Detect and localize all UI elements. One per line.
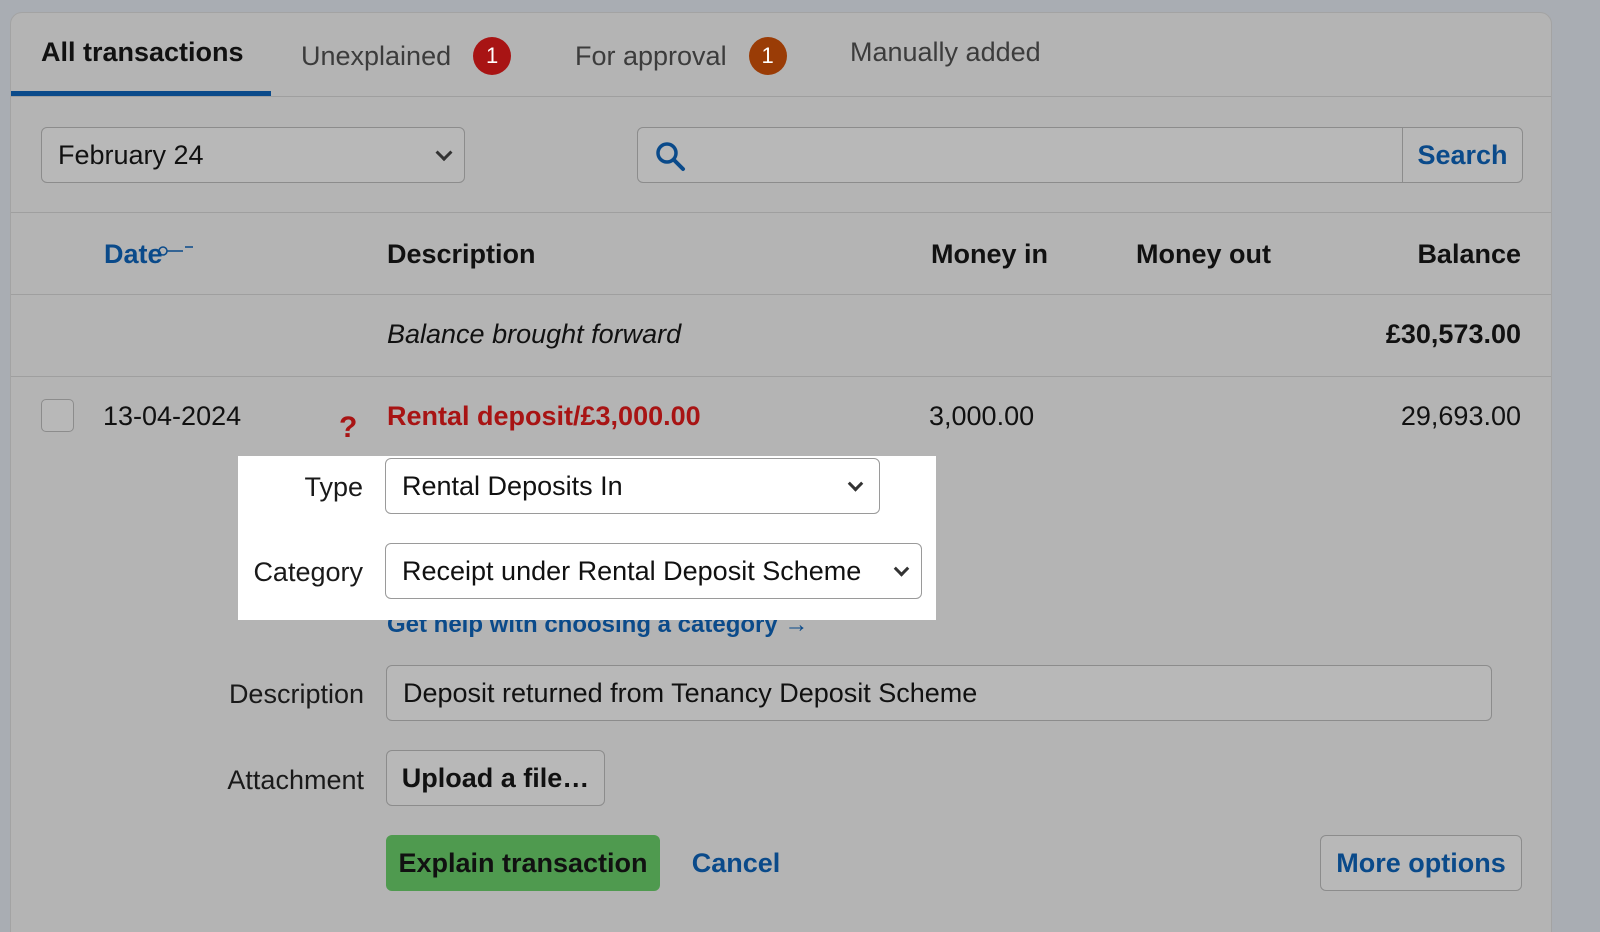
more-options-button[interactable]: More options bbox=[1320, 835, 1522, 891]
transaction-description[interactable]: Rental deposit/£3,000.00 bbox=[387, 401, 701, 432]
money-out-column-header: Money out bbox=[1136, 239, 1271, 270]
tab-label: All transactions bbox=[41, 37, 244, 68]
description-input[interactable]: Deposit returned from Tenancy Deposit Sc… bbox=[386, 665, 1492, 721]
type-category-highlight: Type Rental Deposits In Category Receipt… bbox=[238, 456, 936, 620]
unexplained-count-badge: 1 bbox=[473, 37, 511, 75]
transaction-checkbox[interactable] bbox=[41, 399, 74, 432]
sort-icon[interactable] bbox=[157, 241, 201, 259]
chevron-down-icon bbox=[894, 561, 910, 577]
tab-manually-added[interactable]: Manually added bbox=[850, 37, 1041, 68]
category-select-value: Receipt under Rental Deposit Scheme bbox=[402, 556, 861, 587]
tab-unexplained[interactable]: Unexplained 1 bbox=[301, 37, 511, 75]
tab-label: Manually added bbox=[850, 37, 1041, 68]
brought-forward-balance: £30,573.00 bbox=[1386, 319, 1521, 350]
money-in-column-header: Money in bbox=[931, 239, 1048, 270]
description-field-label: Description bbox=[161, 679, 364, 710]
tab-label: Unexplained bbox=[301, 41, 451, 72]
tab-for-approval[interactable]: For approval 1 bbox=[575, 37, 787, 75]
chevron-down-icon bbox=[436, 144, 453, 161]
table-header: Date Description Money in Money out Bala… bbox=[11, 213, 1551, 295]
tab-label: For approval bbox=[575, 41, 727, 72]
transaction-balance: 29,693.00 bbox=[1401, 401, 1521, 432]
search-icon bbox=[654, 140, 686, 172]
upload-file-button[interactable]: Upload a file… bbox=[386, 750, 605, 806]
description-column-header: Description bbox=[387, 239, 536, 270]
explain-transaction-button[interactable]: Explain transaction bbox=[386, 835, 660, 891]
type-select-value: Rental Deposits In bbox=[402, 471, 623, 502]
category-field-label: Category bbox=[238, 557, 363, 588]
type-select[interactable]: Rental Deposits In bbox=[385, 458, 880, 514]
balance-column-header: Balance bbox=[1417, 239, 1521, 270]
unexplained-question-icon: ? bbox=[339, 411, 357, 445]
active-tab-indicator bbox=[11, 91, 271, 96]
cancel-button[interactable]: Cancel bbox=[681, 835, 791, 891]
tab-all-transactions[interactable]: All transactions bbox=[41, 37, 244, 68]
transaction-date: 13-04-2024 bbox=[103, 401, 241, 432]
description-input-value: Deposit returned from Tenancy Deposit Sc… bbox=[403, 678, 977, 709]
search-button[interactable]: Search bbox=[1402, 128, 1522, 182]
transaction-money-in: 3,000.00 bbox=[929, 401, 1034, 432]
attachment-field-label: Attachment bbox=[161, 765, 364, 796]
period-value: February 24 bbox=[58, 140, 204, 171]
approval-count-badge: 1 bbox=[749, 37, 787, 75]
search-field[interactable]: Search bbox=[637, 127, 1523, 183]
period-select[interactable]: February 24 bbox=[41, 127, 465, 183]
category-select[interactable]: Receipt under Rental Deposit Scheme bbox=[385, 543, 922, 599]
brought-forward-label: Balance brought forward bbox=[387, 319, 681, 350]
date-column-header[interactable]: Date bbox=[104, 239, 163, 270]
tab-bar: All transactions Unexplained 1 For appro… bbox=[11, 13, 1551, 97]
filter-row: February 24 Search bbox=[11, 97, 1551, 213]
brought-forward-row: Balance brought forward £30,573.00 bbox=[11, 295, 1551, 377]
chevron-down-icon bbox=[848, 476, 864, 492]
type-field-label: Type bbox=[238, 472, 363, 503]
